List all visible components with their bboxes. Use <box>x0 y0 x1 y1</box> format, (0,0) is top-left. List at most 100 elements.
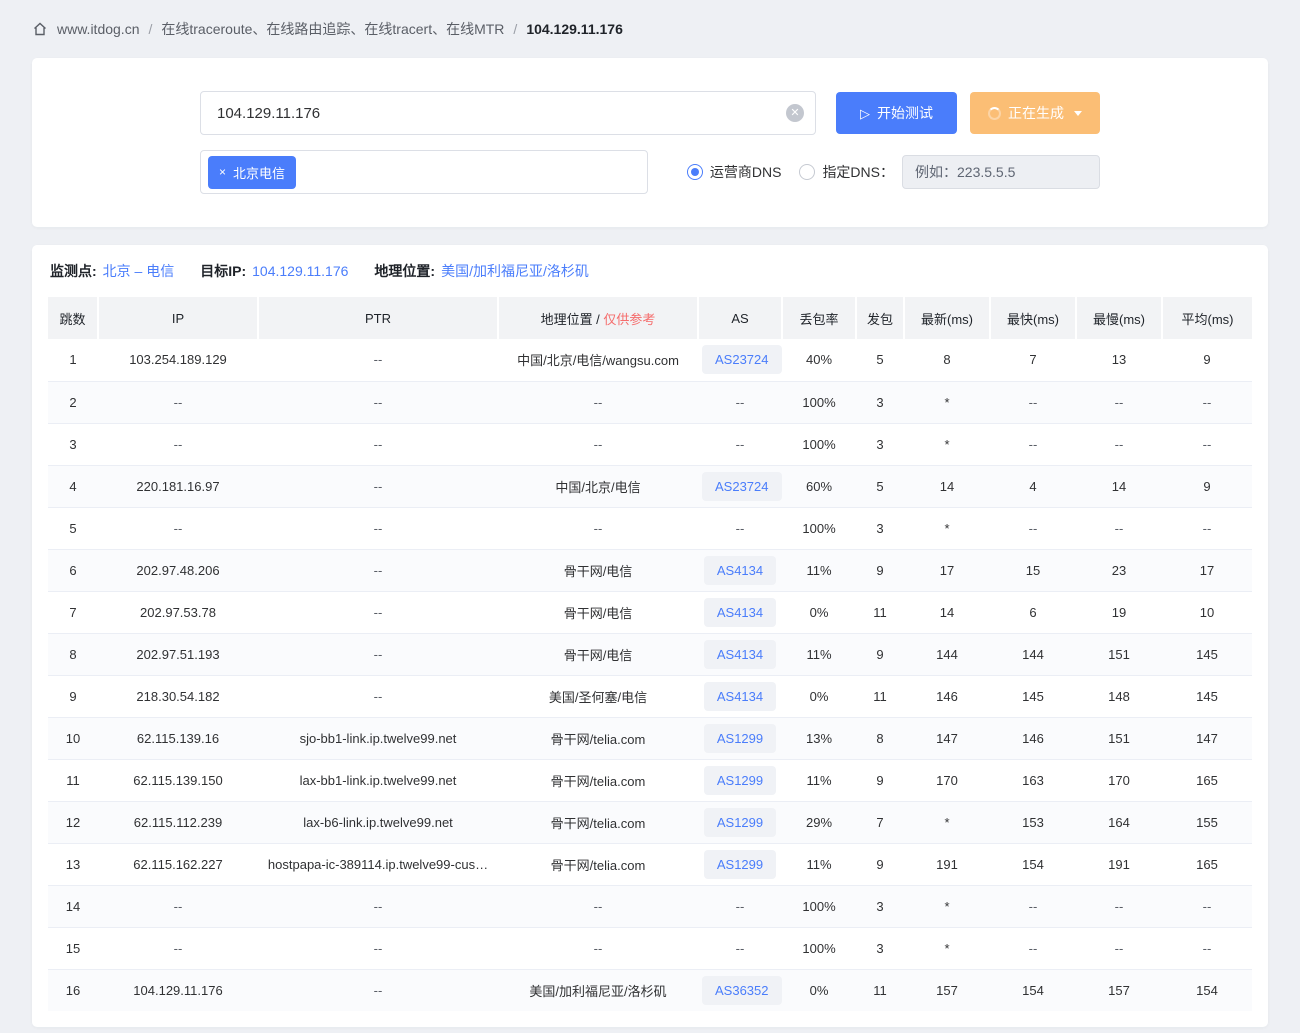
hop-cell: 2 <box>48 381 98 424</box>
breadcrumb-section-link[interactable]: 在线traceroute、在线路由追踪、在线tracert、在线MTR <box>161 19 504 39</box>
latest-ms-cell: * <box>904 801 990 844</box>
radio-unchecked-icon[interactable] <box>799 164 816 180</box>
fastest-ms-cell: -- <box>990 423 1076 466</box>
as-number-link[interactable]: AS4134 <box>703 639 777 669</box>
custom-dns-radio[interactable]: 指定DNS： <box>799 162 894 182</box>
slowest-ms-cell: 170 <box>1076 759 1162 802</box>
loss-cell: 100% <box>782 423 856 466</box>
as-number-link[interactable]: AS1299 <box>703 723 777 753</box>
tag-close-icon[interactable]: × <box>219 166 226 178</box>
as-number-link[interactable]: AS23724 <box>702 345 782 375</box>
avg-ms-cell: -- <box>1162 507 1252 550</box>
fastest-ms-cell: -- <box>990 927 1076 970</box>
loss-cell: 11% <box>782 633 856 676</box>
sent-cell: 3 <box>856 507 904 550</box>
breadcrumb-site-link[interactable]: www.itdog.cn <box>57 21 139 37</box>
column-header: IP <box>97 297 258 339</box>
table-row: 8 202.97.51.193 -- 骨干网/电信 AS4134 11% 9 144 144 15… <box>48 633 1252 676</box>
monitor-value-link[interactable]: 北京 – 电信 <box>103 261 175 281</box>
ip-cell: 62.115.139.150 <box>98 759 258 802</box>
location-cell: -- <box>498 381 698 424</box>
table-row: 13 62.115.162.227 hostpapa-ic-389114.ip.tw… <box>48 843 1252 886</box>
breadcrumb-separator: / <box>148 21 153 37</box>
slowest-ms-cell: 13 <box>1076 339 1162 382</box>
as-number-link[interactable]: AS1299 <box>703 765 777 795</box>
ptr-cell: -- <box>373 982 383 998</box>
avg-ms-cell: 10 <box>1162 591 1252 634</box>
clear-input-icon[interactable]: ✕ <box>786 104 804 122</box>
start-test-label: 开始测试 <box>877 105 933 121</box>
as-number-link[interactable]: AS36352 <box>702 975 782 1005</box>
radio-checked-icon[interactable] <box>686 164 703 180</box>
ip-cell: 218.30.54.182 <box>98 675 258 718</box>
column-header: 丢包率 <box>781 297 856 339</box>
node-select-box[interactable]: × 北京电信 <box>200 150 648 194</box>
loss-cell: 40% <box>782 339 856 382</box>
loss-cell: 11% <box>782 843 856 886</box>
geo-value-link[interactable]: 美国/加利福尼亚/洛杉矶 <box>441 261 589 281</box>
as-number-link[interactable]: AS4134 <box>703 555 777 585</box>
fastest-ms-cell: -- <box>990 507 1076 550</box>
hop-cell: 3 <box>48 423 98 466</box>
table-row: 15 -- -- -- -- 100% 3 * -- -- -- <box>48 927 1252 970</box>
column-header: 最慢(ms) <box>1075 297 1162 339</box>
latest-ms-cell: * <box>904 927 990 970</box>
dns-option-group: 运营商DNS 指定DNS： <box>686 155 1100 189</box>
table-row: 10 62.115.139.16 sjo-bb1-link.ip.twelve99.… <box>48 717 1252 760</box>
table-row: 4 220.181.16.97 -- 中国/北京/电信 AS23724 60% 5 14 4 14… <box>48 465 1252 508</box>
test-form-card: ✕ ▷ 开始测试 正在生成 × 北京电信 <box>32 58 1268 227</box>
header-reference-note: 仅供参考 <box>603 311 656 327</box>
latest-ms-cell: 8 <box>904 339 990 382</box>
custom-dns-input[interactable] <box>902 155 1100 189</box>
node-tag[interactable]: × 北京电信 <box>208 155 297 189</box>
column-header: 地理位置 / 仅供参考 <box>497 297 698 339</box>
table-row: 11 62.115.139.150 lax-bb1-link.ip.twelve99… <box>48 759 1252 802</box>
geo-label: 地理位置: <box>374 263 436 279</box>
slowest-ms-cell: -- <box>1076 885 1162 928</box>
slowest-ms-cell: 19 <box>1076 591 1162 634</box>
avg-ms-cell: 9 <box>1162 465 1252 508</box>
play-icon: ▷ <box>860 105 870 121</box>
location-cell: 骨干网/telia.com <box>498 843 698 886</box>
ip-cell: 202.97.48.206 <box>98 549 258 592</box>
generating-button[interactable]: 正在生成 <box>970 92 1100 134</box>
start-test-button[interactable]: ▷ 开始测试 <box>836 92 957 134</box>
target-input[interactable] <box>200 91 816 135</box>
table-row: 6 202.97.48.206 -- 骨干网/电信 AS4134 11% 9 17 15 23 17 <box>48 549 1252 592</box>
hop-cell: 1 <box>48 339 98 382</box>
carrier-dns-radio[interactable]: 运营商DNS <box>686 162 782 182</box>
as-cell: AS4134 <box>698 549 782 592</box>
target-ip-link[interactable]: 104.129.11.176 <box>252 263 348 279</box>
ip-cell: -- <box>98 423 258 466</box>
as-number-link[interactable]: AS23724 <box>702 471 782 501</box>
ptr-cell: -- <box>258 339 498 382</box>
sent-cell: 5 <box>856 465 904 508</box>
hop-cell: 6 <box>48 549 98 592</box>
table-row: 3 -- -- -- -- 100% 3 * -- -- -- <box>48 423 1252 466</box>
ptr-cell: lax-bb1-link.ip.twelve99.net <box>258 759 498 802</box>
location-cell: -- <box>498 423 698 466</box>
hop-cell: 7 <box>48 591 98 634</box>
location-cell: -- <box>498 927 698 970</box>
hop-cell: 4 <box>48 465 98 508</box>
as-number-link[interactable]: AS4134 <box>703 681 777 711</box>
carrier-dns-label: 运营商DNS <box>709 164 782 180</box>
location-cell: 美国/加利福尼亚/洛杉矶 <box>529 983 667 999</box>
as-cell: -- <box>698 381 782 424</box>
as-cell: -- <box>698 423 782 466</box>
as-number-link[interactable]: AS1299 <box>703 807 777 837</box>
slowest-ms-cell: 164 <box>1076 801 1162 844</box>
as-number-link[interactable]: AS1299 <box>703 849 777 879</box>
table-row: 1 103.254.189.129 -- 中国/北京/电信/wangsu.com AS2… <box>48 339 1252 382</box>
slowest-ms-cell: -- <box>1076 927 1162 970</box>
loading-spinner-icon <box>988 106 1001 120</box>
as-number-link[interactable]: AS4134 <box>703 597 777 627</box>
ptr-cell: -- <box>258 465 498 508</box>
table-row: 2 -- -- -- -- 100% 3 * -- -- -- <box>48 381 1252 424</box>
ip-cell: 202.97.53.78 <box>98 591 258 634</box>
breadcrumb: www.itdog.cn / 在线traceroute、在线路由追踪、在线tra… <box>32 0 1268 58</box>
table-row: 7 202.97.53.78 -- 骨干网/电信 AS4134 0% 11 14 6 19 10 <box>48 591 1252 634</box>
latest-ms-cell: 170 <box>904 759 990 802</box>
hop-cell: 10 <box>48 717 98 760</box>
slowest-ms-cell: -- <box>1076 381 1162 424</box>
